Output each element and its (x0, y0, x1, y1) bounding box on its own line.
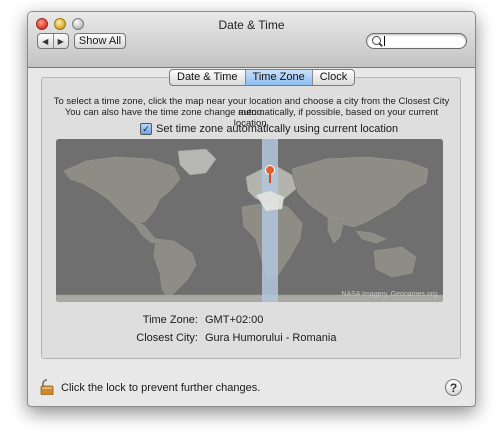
closest-city-popup[interactable]: Gura Humorului - Romania (205, 332, 336, 344)
lock-icon[interactable] (40, 379, 54, 395)
world-map[interactable]: NASA Imagery, Geonames.org (56, 139, 443, 302)
auto-timezone-checkbox[interactable]: ✓ (140, 123, 152, 135)
show-all-button[interactable]: Show All (74, 33, 126, 49)
auto-timezone-checkbox-row[interactable]: ✓ Set time zone automatically using curr… (140, 123, 398, 135)
chevron-left-icon: ◀ (42, 36, 49, 46)
forward-button[interactable]: ▶ (52, 34, 69, 48)
lock-message: Click the lock to prevent further change… (61, 382, 261, 394)
tab-date-time[interactable]: Date & Time (170, 70, 245, 85)
time-zone-value: GMT+02:00 (205, 314, 264, 326)
time-zone-label: Time Zone: (142, 314, 198, 326)
world-map-image (56, 139, 443, 302)
search-input[interactable] (366, 33, 467, 49)
search-icon (372, 36, 381, 45)
chevron-right-icon: ▶ (57, 36, 64, 46)
tab-bar: Date & Time Time Zone Clock (169, 69, 356, 86)
help-button[interactable]: ? (445, 379, 462, 396)
window-title: Date & Time (218, 18, 285, 32)
tab-clock[interactable]: Clock (311, 70, 355, 85)
closest-city-label: Closest City: (136, 332, 198, 344)
tab-time-zone[interactable]: Time Zone (244, 70, 312, 85)
back-button[interactable]: ◀ (38, 34, 53, 48)
map-credit: NASA Imagery, Geonames.org (341, 291, 437, 298)
auto-timezone-label: Set time zone automatically using curren… (156, 123, 399, 135)
back-forward-buttons: ◀ ▶ (37, 33, 69, 49)
text-caret (384, 36, 385, 46)
title-bar: Date & Time ◀ ▶ Show All (28, 12, 475, 68)
preferences-window: Date & Time ◀ ▶ Show All Date & Time Tim… (27, 11, 476, 407)
